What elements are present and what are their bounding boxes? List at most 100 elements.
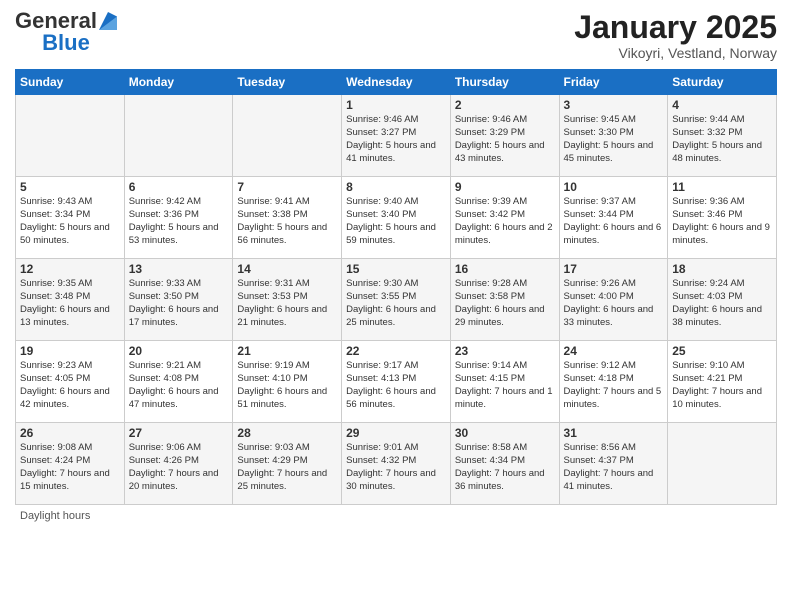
day-info: Sunrise: 9:45 AM Sunset: 3:30 PM Dayligh… <box>564 114 664 165</box>
day-number: 23 <box>455 344 555 358</box>
col-header-monday: Monday <box>124 70 233 95</box>
day-number: 24 <box>564 344 664 358</box>
day-cell: 18 Sunrise: 9:24 AM Sunset: 4:03 PM Dayli… <box>668 259 777 341</box>
col-header-thursday: Thursday <box>450 70 559 95</box>
day-info: Sunrise: 9:41 AM Sunset: 3:38 PM Dayligh… <box>237 196 337 247</box>
subtitle: Vikoyri, Vestland, Norway <box>574 45 777 61</box>
day-number: 15 <box>346 262 446 276</box>
day-number: 30 <box>455 426 555 440</box>
header-row: SundayMondayTuesdayWednesdayThursdayFrid… <box>16 70 777 95</box>
day-number: 6 <box>129 180 229 194</box>
day-cell: 1Sunrise: 9:46 AM Sunset: 3:27 PM Daylig… <box>342 95 451 177</box>
header: General Blue January 2025 Vikoyri, Vestl… <box>15 10 777 61</box>
day-number: 11 <box>672 180 772 194</box>
day-info: Sunrise: 8:58 AM Sunset: 4:34 PM Dayligh… <box>455 442 555 493</box>
day-number: 28 <box>237 426 337 440</box>
day-info: Sunrise: 9:21 AM Sunset: 4:08 PM Dayligh… <box>129 360 229 411</box>
day-cell: 11Sunrise: 9:36 AM Sunset: 3:46 PM Dayli… <box>668 177 777 259</box>
day-number: 20 <box>129 344 229 358</box>
day-cell <box>668 423 777 505</box>
day-number: 29 <box>346 426 446 440</box>
day-info: Sunrise: 9:28 AM Sunset: 3:58 PM Dayligh… <box>455 278 555 329</box>
title-block: January 2025 Vikoyri, Vestland, Norway <box>574 10 777 61</box>
week-row-5: 26 Sunrise: 9:08 AM Sunset: 4:24 PM Dayli… <box>16 423 777 505</box>
day-info: Sunrise: 9:01 AM Sunset: 4:32 PM Dayligh… <box>346 442 446 493</box>
day-number: 18 <box>672 262 772 276</box>
day-number: 8 <box>346 180 446 194</box>
day-cell: 25 Sunrise: 9:10 AM Sunset: 4:21 PM Dayli… <box>668 341 777 423</box>
day-number: 27 <box>129 426 229 440</box>
day-info: Sunrise: 9:35 AM Sunset: 3:48 PM Dayligh… <box>20 278 120 329</box>
day-number: 3 <box>564 98 664 112</box>
day-cell: 15 Sunrise: 9:30 AM Sunset: 3:55 PM Dayli… <box>342 259 451 341</box>
daylight-label: Daylight hours <box>20 510 90 522</box>
day-info: Sunrise: 9:24 AM Sunset: 4:03 PM Dayligh… <box>672 278 772 329</box>
day-info: Sunrise: 9:26 AM Sunset: 4:00 PM Dayligh… <box>564 278 664 329</box>
day-number: 9 <box>455 180 555 194</box>
day-cell: 24 Sunrise: 9:12 AM Sunset: 4:18 PM Dayli… <box>559 341 668 423</box>
main-title: January 2025 <box>574 10 777 45</box>
day-cell: 29 Sunrise: 9:01 AM Sunset: 4:32 PM Dayli… <box>342 423 451 505</box>
day-cell: 21Sunrise: 9:19 AM Sunset: 4:10 PM Dayli… <box>233 341 342 423</box>
day-number: 5 <box>20 180 120 194</box>
day-info: Sunrise: 8:56 AM Sunset: 4:37 PM Dayligh… <box>564 442 664 493</box>
day-cell: 28 Sunrise: 9:03 AM Sunset: 4:29 PM Dayli… <box>233 423 342 505</box>
day-number: 16 <box>455 262 555 276</box>
day-info: Sunrise: 9:17 AM Sunset: 4:13 PM Dayligh… <box>346 360 446 411</box>
day-info: Sunrise: 9:43 AM Sunset: 3:34 PM Dayligh… <box>20 196 120 247</box>
day-number: 13 <box>129 262 229 276</box>
day-info: Sunrise: 9:46 AM Sunset: 3:29 PM Dayligh… <box>455 114 555 165</box>
day-number: 19 <box>20 344 120 358</box>
day-info: Sunrise: 9:12 AM Sunset: 4:18 PM Dayligh… <box>564 360 664 411</box>
day-cell <box>124 95 233 177</box>
day-info: Sunrise: 9:40 AM Sunset: 3:40 PM Dayligh… <box>346 196 446 247</box>
week-row-1: 1Sunrise: 9:46 AM Sunset: 3:27 PM Daylig… <box>16 95 777 177</box>
day-number: 4 <box>672 98 772 112</box>
week-row-4: 19 Sunrise: 9:23 AM Sunset: 4:05 PM Dayli… <box>16 341 777 423</box>
page: General Blue January 2025 Vikoyri, Vestl… <box>0 0 792 532</box>
day-number: 22 <box>346 344 446 358</box>
day-cell: 6 Sunrise: 9:42 AM Sunset: 3:36 PM Daylig… <box>124 177 233 259</box>
day-info: Sunrise: 9:03 AM Sunset: 4:29 PM Dayligh… <box>237 442 337 493</box>
day-info: Sunrise: 9:33 AM Sunset: 3:50 PM Dayligh… <box>129 278 229 329</box>
day-cell: 16 Sunrise: 9:28 AM Sunset: 3:58 PM Dayli… <box>450 259 559 341</box>
day-cell <box>233 95 342 177</box>
day-info: Sunrise: 9:08 AM Sunset: 4:24 PM Dayligh… <box>20 442 120 493</box>
day-info: Sunrise: 9:30 AM Sunset: 3:55 PM Dayligh… <box>346 278 446 329</box>
day-cell: 10Sunrise: 9:37 AM Sunset: 3:44 PM Dayli… <box>559 177 668 259</box>
day-cell: 2Sunrise: 9:46 AM Sunset: 3:29 PM Daylig… <box>450 95 559 177</box>
day-cell: 27Sunrise: 9:06 AM Sunset: 4:26 PM Dayli… <box>124 423 233 505</box>
col-header-friday: Friday <box>559 70 668 95</box>
day-info: Sunrise: 9:31 AM Sunset: 3:53 PM Dayligh… <box>237 278 337 329</box>
day-cell: 31 Sunrise: 8:56 AM Sunset: 4:37 PM Dayli… <box>559 423 668 505</box>
day-number: 21 <box>237 344 337 358</box>
day-info: Sunrise: 9:23 AM Sunset: 4:05 PM Dayligh… <box>20 360 120 411</box>
day-cell: 8 Sunrise: 9:40 AM Sunset: 3:40 PM Daylig… <box>342 177 451 259</box>
week-row-2: 5 Sunrise: 9:43 AM Sunset: 3:34 PM Daylig… <box>16 177 777 259</box>
day-info: Sunrise: 9:44 AM Sunset: 3:32 PM Dayligh… <box>672 114 772 165</box>
day-cell: 5 Sunrise: 9:43 AM Sunset: 3:34 PM Daylig… <box>16 177 125 259</box>
day-number: 17 <box>564 262 664 276</box>
col-header-tuesday: Tuesday <box>233 70 342 95</box>
day-number: 25 <box>672 344 772 358</box>
day-cell: 17 Sunrise: 9:26 AM Sunset: 4:00 PM Dayli… <box>559 259 668 341</box>
footer: Daylight hours <box>15 510 777 522</box>
day-number: 12 <box>20 262 120 276</box>
day-cell: 12 Sunrise: 9:35 AM Sunset: 3:48 PM Dayli… <box>16 259 125 341</box>
week-row-3: 12 Sunrise: 9:35 AM Sunset: 3:48 PM Dayli… <box>16 259 777 341</box>
col-header-wednesday: Wednesday <box>342 70 451 95</box>
day-info: Sunrise: 9:42 AM Sunset: 3:36 PM Dayligh… <box>129 196 229 247</box>
day-number: 31 <box>564 426 664 440</box>
day-cell: 4 Sunrise: 9:44 AM Sunset: 3:32 PM Daylig… <box>668 95 777 177</box>
day-info: Sunrise: 9:46 AM Sunset: 3:27 PM Dayligh… <box>346 114 446 165</box>
day-number: 26 <box>20 426 120 440</box>
day-info: Sunrise: 9:14 AM Sunset: 4:15 PM Dayligh… <box>455 360 555 411</box>
day-cell: 7Sunrise: 9:41 AM Sunset: 3:38 PM Daylig… <box>233 177 342 259</box>
day-cell: 22 Sunrise: 9:17 AM Sunset: 4:13 PM Dayli… <box>342 341 451 423</box>
calendar-table: SundayMondayTuesdayWednesdayThursdayFrid… <box>15 69 777 505</box>
day-info: Sunrise: 9:10 AM Sunset: 4:21 PM Dayligh… <box>672 360 772 411</box>
logo-blue-text: Blue <box>15 32 117 54</box>
logo-general-text: General <box>15 10 97 32</box>
day-cell: 30 Sunrise: 8:58 AM Sunset: 4:34 PM Dayli… <box>450 423 559 505</box>
col-header-sunday: Sunday <box>16 70 125 95</box>
